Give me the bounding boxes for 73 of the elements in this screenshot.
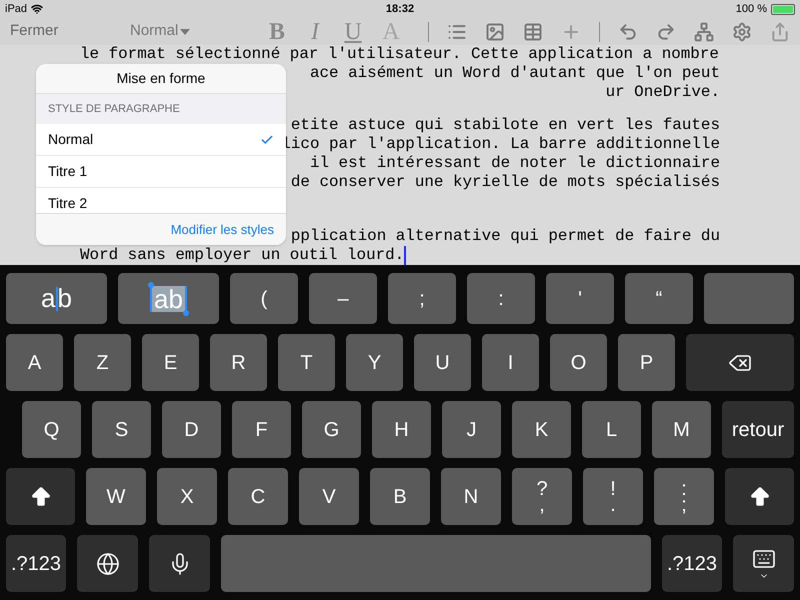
key[interactable]: X — [157, 468, 217, 525]
key[interactable]: ; — [388, 273, 456, 324]
key[interactable]: D — [162, 401, 221, 458]
key[interactable]: M — [652, 401, 711, 458]
key[interactable]: “ — [625, 273, 693, 324]
key[interactable]: H — [372, 401, 431, 458]
wifi-icon — [31, 3, 44, 15]
key[interactable]: Z — [74, 334, 131, 391]
undo-icon[interactable] — [618, 22, 638, 42]
numbers-key[interactable]: .?123 — [6, 535, 66, 592]
key[interactable]: : — [467, 273, 535, 324]
key[interactable]: N — [441, 468, 501, 525]
close-button[interactable]: Fermer — [10, 20, 130, 43]
section-header: STYLE DE PARAGRAPHE — [48, 102, 180, 117]
settings-icon[interactable] — [732, 22, 752, 42]
keyboard-hide-key[interactable] — [733, 535, 794, 592]
key[interactable]: W — [86, 468, 146, 525]
key[interactable]: C — [228, 468, 288, 525]
document-text: Word sans employer un outil lourd. — [80, 246, 404, 265]
key[interactable]: O — [550, 334, 607, 391]
numbers-key[interactable]: .?123 — [662, 535, 722, 592]
key[interactable]: J — [442, 401, 501, 458]
key[interactable]: S — [92, 401, 151, 458]
share-icon[interactable] — [770, 22, 790, 42]
key[interactable]: L — [582, 401, 641, 458]
style-option[interactable]: Normal — [36, 124, 286, 156]
shift-key[interactable] — [725, 468, 794, 525]
redo-icon[interactable] — [656, 22, 676, 42]
document-text: ace aisément un Word d'autant que l'on peut — [310, 64, 720, 83]
key[interactable]: Q — [22, 401, 81, 458]
key[interactable]: G — [302, 401, 361, 458]
key[interactable]: A — [6, 334, 63, 391]
key[interactable]: B — [370, 468, 430, 525]
key[interactable]: : ; — [654, 468, 714, 525]
document-text: etite astuce qui stabilote en vert les fautes — [290, 116, 720, 135]
edit-styles-link[interactable]: Modifier les styles — [170, 220, 274, 240]
key[interactable]: ! . — [583, 468, 643, 525]
key[interactable]: T — [278, 334, 335, 391]
cursor-style-key[interactable]: ab — [6, 273, 107, 324]
battery-icon — [770, 4, 795, 14]
hierarchy-icon[interactable] — [694, 22, 714, 42]
backspace-key[interactable] — [686, 334, 794, 391]
key[interactable]: R — [210, 334, 267, 391]
document-text: de conserver une kyrielle de mots spécialisés — [290, 173, 720, 192]
document-text: le format sélectionné par l'utilisateur. Cette application a nombre — [80, 45, 719, 64]
globe-key[interactable] — [77, 535, 138, 592]
popover-title: Mise en forme — [116, 69, 206, 88]
key[interactable]: ( — [230, 273, 298, 324]
key[interactable]: V — [299, 468, 359, 525]
style-option[interactable]: Titre 1 — [36, 156, 286, 188]
key[interactable]: ? , — [512, 468, 572, 525]
document-text: ur OneDrive. — [606, 83, 720, 102]
clock: 18:32 — [386, 2, 414, 17]
globe-icon — [96, 552, 120, 576]
document-text: pplication alternative qui permet de faire du — [290, 227, 720, 246]
key[interactable]: K — [512, 401, 571, 458]
shift-key[interactable] — [6, 468, 75, 525]
key[interactable]: F — [232, 401, 291, 458]
return-key[interactable]: retour — [722, 401, 794, 458]
key[interactable]: E — [142, 334, 199, 391]
device-name: iPad — [5, 2, 28, 17]
key[interactable]: – — [309, 273, 377, 324]
microphone-key[interactable] — [149, 535, 210, 592]
key[interactable]: Y — [346, 334, 403, 391]
key[interactable]: ' — [546, 273, 614, 324]
key[interactable]: I — [482, 334, 539, 391]
table-icon[interactable] — [523, 22, 543, 42]
document-text: il est intéressant de noter le dictionnaire — [310, 154, 720, 173]
key[interactable]: P — [618, 334, 675, 391]
image-icon[interactable] — [485, 22, 505, 42]
battery-level: 100 % — [736, 2, 767, 17]
key[interactable]: U — [414, 334, 471, 391]
style-option[interactable]: Titre 2 — [36, 188, 286, 213]
